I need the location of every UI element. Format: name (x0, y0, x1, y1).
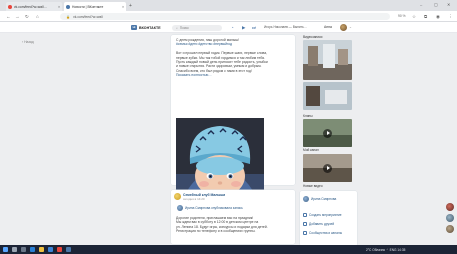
feed-post: С днем рождения, наш дорогой малыш! #сем… (171, 35, 295, 216)
zoom-level[interactable]: 90 % (398, 14, 406, 18)
search-placeholder: Поиск (179, 25, 189, 30)
system-tray[interactable]: 2°C Облачно ⌃ ENG 14:35 (366, 248, 405, 252)
vk-logo-icon: vk (131, 25, 137, 30)
post-text-line: Регистрация по телефону и в сообщениях г… (176, 229, 256, 234)
author-link[interactable]: Ирина Смирнова опубликовала запись (185, 206, 285, 210)
edge-icon[interactable] (30, 247, 35, 252)
next-track-icon[interactable]: ⏭ (252, 25, 256, 30)
task-view-icon[interactable] (21, 247, 26, 252)
browser-toolbar: ← → ↻ ⌂ 🔒 vk.com/feed?w=wall 90 % ☆ ⧉ ◉ … (0, 11, 457, 22)
group-avatar[interactable] (174, 193, 181, 200)
extensions-icon[interactable]: ⧉ (424, 14, 427, 19)
tab-title: vk.com/feed?w=wall… (14, 4, 47, 9)
close-tab-icon[interactable]: × (58, 5, 60, 9)
video-caption[interactable]: Мой канал (303, 148, 319, 152)
clips-title[interactable]: Клипы (303, 114, 313, 118)
post-text: Дорогие родители, приглашаем вас на праз… (176, 216, 290, 234)
chat-avatar[interactable] (446, 225, 454, 233)
reload-icon[interactable]: ↻ (25, 14, 29, 20)
widget-link-label: Сообщества и каналы (309, 231, 342, 235)
groups-icon (303, 231, 307, 235)
vk-logo[interactable]: vk ВКОНТАКТЕ (131, 25, 161, 30)
notifications-bell-icon[interactable]: ◔ (231, 25, 234, 30)
author-avatar[interactable] (177, 205, 183, 211)
lock-icon: 🔒 (66, 14, 71, 19)
video-preview-image (303, 40, 352, 80)
chevron-down-icon[interactable]: ⌄ (349, 25, 352, 29)
folder-icon[interactable] (39, 247, 44, 252)
feed-post: Семейный клуб Малыши сегодня в 14:20 Ири… (171, 190, 295, 244)
clip-thumbnail[interactable] (303, 119, 352, 147)
forward-arrow-icon[interactable]: → (15, 14, 20, 19)
friend-name: Ирина Смирнова (311, 197, 337, 201)
vk-search-input[interactable]: ⌕ Поиск (172, 24, 222, 31)
play-icon[interactable]: ▶ (242, 25, 245, 31)
minimize-icon[interactable]: – (420, 2, 422, 7)
browser-tab-active[interactable]: Новости | ВКонтакте × (64, 2, 126, 11)
search-icon[interactable] (12, 247, 17, 252)
back-arrow-icon[interactable]: ← (6, 14, 11, 19)
tab-favicon-icon (8, 4, 12, 9)
clip-thumbnail[interactable] (303, 154, 352, 182)
add-user-icon (303, 222, 307, 226)
audio-player-track[interactable]: Игорь Николаев — Выпить… (264, 25, 316, 29)
video-caption[interactable]: Новые видео (303, 184, 323, 188)
post-date[interactable]: сегодня в 14:20 (183, 197, 205, 201)
widget-link[interactable]: Создать мероприятие (303, 213, 342, 217)
widget-link[interactable]: Сообщества и каналы (303, 231, 342, 235)
windows-taskbar: 2°C Облачно ⌃ ENG 14:35 (0, 245, 457, 254)
tab-title: Новости | ВКонтакте (72, 4, 104, 9)
show-more-link[interactable]: Показать полностью… (176, 73, 290, 77)
chat-avatar[interactable] (446, 203, 454, 211)
search-icon: ⌕ (176, 25, 178, 30)
video-thumbnail[interactable] (303, 82, 352, 110)
friend-row[interactable]: Ирина Смирнова (303, 196, 336, 202)
close-window-icon[interactable]: ✕ (447, 2, 450, 7)
user-name[interactable]: Анна (324, 25, 332, 29)
star-icon[interactable]: ☆ (412, 14, 416, 20)
video-preview-image (303, 82, 352, 110)
browser-tab[interactable]: vk.com/feed?w=wall… × (6, 2, 62, 11)
address-bar[interactable]: 🔒 vk.com/feed?w=wall (60, 13, 390, 20)
chat-avatar[interactable] (446, 214, 454, 222)
start-icon[interactable] (3, 247, 8, 252)
video-thumbnail[interactable] (303, 40, 352, 80)
widget-link-label: Создать мероприятие (309, 213, 342, 217)
address-text: vk.com/feed?w=wall (73, 14, 103, 19)
browser-tab-bar: vk.com/feed?w=wall… × Новости | ВКонтакт… (0, 0, 457, 11)
maximize-icon[interactable]: ▢ (434, 2, 438, 7)
widget-link-label: Добавить друзей (309, 222, 335, 226)
new-tab-icon[interactable]: + (129, 3, 132, 9)
home-icon[interactable]: ⌂ (36, 14, 39, 19)
post-text: С днем рождения, наш дорогой малыш! #сем… (176, 38, 290, 78)
calendar-icon (303, 213, 307, 217)
vk-app-icon[interactable] (66, 247, 71, 252)
back-link[interactable]: ‹ Назад (22, 40, 34, 44)
videos-title[interactable]: Видеозаписи (303, 35, 322, 39)
friend-avatar (303, 196, 309, 202)
vk-logo-text: ВКОНТАКТЕ (139, 25, 161, 30)
play-icon[interactable] (323, 163, 332, 173)
profile-icon[interactable]: ◉ (436, 14, 440, 20)
store-icon[interactable] (48, 247, 53, 252)
widget-link[interactable]: Добавить друзей (303, 222, 334, 226)
chrome-icon[interactable] (57, 247, 62, 252)
tab-favicon-icon (66, 4, 70, 9)
play-icon[interactable] (323, 128, 332, 138)
vk-header: vk ВКОНТАКТЕ ⌕ Поиск ◔ ▶ ⏭ Игорь Николае… (0, 22, 457, 33)
menu-icon[interactable]: ⋮ (448, 14, 452, 20)
user-avatar[interactable] (340, 24, 347, 31)
close-tab-icon[interactable]: × (122, 5, 124, 9)
